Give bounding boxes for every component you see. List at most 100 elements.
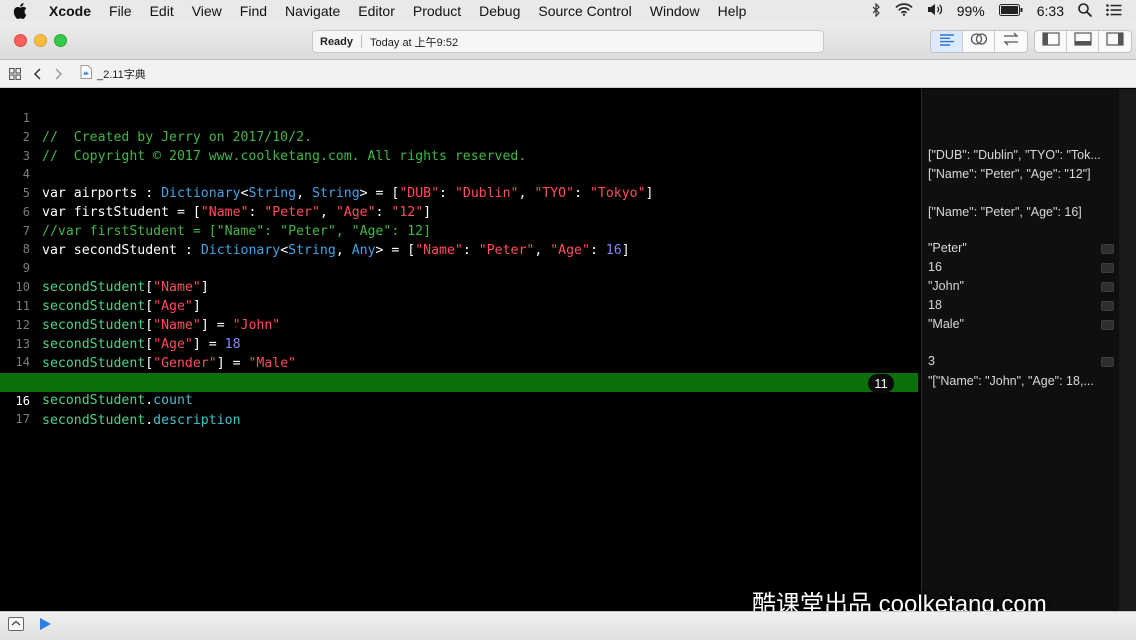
quick-look-toggle-icon[interactable] — [1101, 357, 1114, 367]
result-line-5[interactable]: ["Name": "Peter", "Age": "12"] — [928, 165, 1116, 184]
editor-mode-segmented-control — [930, 30, 1028, 53]
standard-editor-button[interactable] — [931, 31, 963, 52]
panel-visibility-segmented-control — [1034, 30, 1132, 53]
bottom-panel-icon — [1073, 32, 1092, 51]
quick-look-toggle-icon[interactable] — [1101, 263, 1114, 273]
quick-look-toggle-icon[interactable] — [1101, 320, 1114, 330]
right-panel-icon — [1106, 32, 1124, 51]
back-chevron-icon[interactable] — [26, 67, 48, 80]
result-text: ["DUB": "Dublin", "TYO": "Tok... — [928, 148, 1101, 162]
code-line: 3 — [0, 128, 918, 163]
code-line: 13 secondStudent["Gender"] = "Male" — [0, 316, 918, 371]
toggle-navigator-button[interactable] — [1035, 31, 1067, 52]
build-status: Ready — [320, 35, 354, 48]
code-line: 1 // Created by Jerry on 2017/10/2. — [0, 90, 918, 145]
window-toolbar: Ready Today at 上午9:52 — [0, 22, 1136, 60]
menu-edit[interactable]: Edit — [141, 0, 183, 22]
code-line: 5 var firstStudent = ["Name": "Peter", "… — [0, 165, 918, 220]
code-line: 17 — [0, 391, 918, 426]
code-line: 12 secondStudent["Age"] = 18 — [0, 297, 918, 352]
swap-arrows-icon — [1002, 32, 1020, 51]
menu-file[interactable]: File — [100, 0, 141, 22]
battery-percentage: 99% — [956, 3, 985, 19]
swift-playground-file-icon — [80, 65, 92, 82]
result-line-13[interactable]: "Male" — [928, 315, 1116, 334]
result-text: "Peter" — [928, 241, 967, 255]
menu-app-name[interactable]: Xcode — [40, 0, 100, 22]
result-line-7[interactable]: ["Name": "Peter", "Age": 16] — [928, 203, 1116, 222]
result-text: "John" — [928, 279, 964, 293]
menu-navigate[interactable]: Navigate — [276, 0, 349, 22]
result-line-11[interactable]: "John" — [928, 277, 1116, 296]
menu-source-control[interactable]: Source Control — [529, 0, 640, 22]
code-line: 11 secondStudent["Name"] = "John" — [0, 278, 918, 333]
result-line-10[interactable]: 16 — [928, 258, 1116, 277]
run-playground-icon[interactable] — [38, 617, 52, 636]
issue-count-badge[interactable]: 11 — [868, 374, 894, 393]
source-editor[interactable]: 1 // Created by Jerry on 2017/10/2. 2 //… — [0, 89, 921, 611]
code-line: 7 var secondStudent : Dictionary<String,… — [0, 203, 918, 258]
minimize-window-button[interactable] — [34, 34, 47, 47]
quick-look-toggle-icon[interactable] — [1101, 244, 1114, 254]
code-line: 8 — [0, 221, 918, 256]
code-line: 14 — [0, 334, 918, 369]
result-text: 3 — [928, 354, 935, 368]
menu-clock[interactable]: 6:33 — [1037, 3, 1064, 19]
result-text: "Male" — [928, 317, 964, 331]
menu-window[interactable]: Window — [641, 0, 709, 22]
menu-view[interactable]: View — [183, 0, 231, 22]
code-line: 2 // Copyright © 2017 www.coolketang.com… — [0, 109, 918, 164]
jump-bar-file-name[interactable]: _2.11字典 — [97, 66, 146, 82]
toggle-debug-area-button[interactable] — [1067, 31, 1099, 52]
activity-viewer: Ready Today at 上午9:52 — [312, 30, 824, 53]
forward-chevron-icon[interactable] — [48, 67, 70, 80]
linked-circles-icon — [970, 32, 988, 51]
result-line-4[interactable]: ["DUB": "Dublin", "TYO": "Tok... — [928, 146, 1116, 165]
zoom-window-button[interactable] — [54, 34, 67, 47]
left-panel-icon — [1041, 32, 1060, 51]
result-line-15[interactable]: 3 — [928, 352, 1116, 371]
volume-icon[interactable] — [927, 3, 943, 19]
menu-product[interactable]: Product — [404, 0, 470, 22]
activity-divider — [361, 35, 363, 48]
related-items-grid-icon[interactable] — [4, 67, 26, 80]
assistant-editor-button[interactable] — [963, 31, 995, 52]
result-text: "["Name": "John", "Age": 18,... — [928, 374, 1094, 388]
code-line: 15 secondStudent.count — [0, 353, 918, 408]
code-line: 4 var airports : Dictionary<String, Stri… — [0, 146, 918, 201]
line-number: 17 — [15, 412, 30, 426]
editor-scroll-strip — [1119, 89, 1136, 611]
jump-bar: _2.11字典 — [0, 60, 1136, 88]
align-lines-icon — [939, 33, 955, 51]
result-text: ["Name": "Peter", "Age": 16] — [928, 205, 1082, 219]
current-code-line: 16 secondStudent.description — [0, 373, 918, 428]
wifi-icon[interactable] — [895, 3, 913, 19]
version-editor-button[interactable] — [995, 31, 1027, 52]
line-code: secondStudent.description — [42, 413, 241, 428]
result-line-16[interactable]: "["Name": "John", "Age": 18,... — [928, 372, 1116, 391]
result-line-12[interactable]: 18 — [928, 296, 1116, 315]
close-window-button[interactable] — [14, 34, 27, 47]
bluetooth-icon[interactable] — [871, 2, 881, 20]
toggle-utilities-button[interactable] — [1099, 31, 1131, 52]
result-text: ["Name": "Peter", "Age": "12"] — [928, 167, 1091, 181]
battery-icon[interactable] — [998, 3, 1023, 19]
code-line: 10 secondStudent["Age"] — [0, 259, 918, 314]
menu-bar: Xcode File Edit View Find Navigate Edito… — [0, 0, 1136, 22]
results-sidebar: ["DUB": "Dublin", "TYO": "Tok... ["Name"… — [921, 89, 1119, 611]
build-timestamp: Today at 上午9:52 — [370, 36, 459, 49]
quick-look-toggle-icon[interactable] — [1101, 282, 1114, 292]
menu-find[interactable]: Find — [231, 0, 276, 22]
apple-menu-icon[interactable] — [0, 3, 40, 19]
menu-help[interactable]: Help — [709, 0, 756, 22]
quick-look-toggle-icon[interactable] — [1101, 301, 1114, 311]
debug-bar — [0, 611, 1136, 640]
menu-editor[interactable]: Editor — [349, 0, 404, 22]
result-text: 16 — [928, 260, 942, 274]
notification-center-icon[interactable] — [1106, 3, 1122, 19]
result-line-9[interactable]: "Peter" — [928, 239, 1116, 258]
menu-debug[interactable]: Debug — [470, 0, 529, 22]
spotlight-search-icon[interactable] — [1078, 2, 1093, 20]
hide-debug-area-icon[interactable] — [8, 616, 24, 636]
code-line: 6 //var firstStudent = ["Name": "Peter",… — [0, 184, 918, 239]
